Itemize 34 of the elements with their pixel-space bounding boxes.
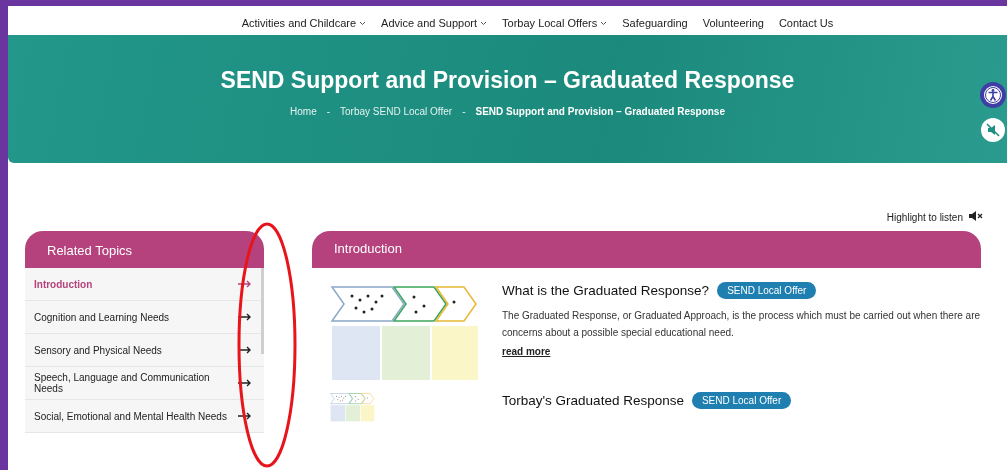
arrow-icon: [238, 313, 252, 321]
article-description: The Graduated Response, or Graduated Approach, is the process which must be carried out when there are concerns about a possible special educational need.: [502, 309, 981, 340]
arrow-icon: [238, 412, 252, 420]
caret-icon: [359, 20, 367, 26]
arrow-icon: [238, 346, 252, 354]
nav-link[interactable]: Contact Us: [778, 17, 834, 29]
breadcrumb-separator: -: [462, 106, 466, 117]
muted-speaker-icon[interactable]: [969, 211, 983, 221]
sidebar-item[interactable]: Speech, Language and Communication Needs: [25, 367, 264, 400]
nav-link[interactable]: Volunteering: [702, 17, 764, 29]
article-title[interactable]: Torbay's Graduated Response: [502, 393, 684, 408]
nav-link[interactable]: Torbay Local Offers: [502, 17, 608, 29]
category-tag[interactable]: SEND Local Offer: [717, 282, 817, 299]
breadcrumb-link[interactable]: Torbay SEND Local Offer: [340, 106, 453, 117]
scrollbar[interactable]: [261, 268, 264, 354]
breadcrumb-current: SEND Support and Provision – Graduated Response: [475, 106, 725, 117]
nav-link[interactable]: Advice and Support: [381, 17, 488, 29]
highlight-to-listen-label: Highlight to listen: [886, 211, 963, 223]
sidebar-item[interactable]: Social, Emotional and Mental Health Needs: [25, 400, 264, 433]
nav-link[interactable]: Safeguarding: [622, 17, 688, 29]
read-more-link[interactable]: read more: [502, 346, 551, 357]
article-title[interactable]: What is the Graduated Response?: [502, 283, 710, 298]
breadcrumb-separator: -: [326, 106, 331, 117]
nav-link[interactable]: Activities and Childcare: [241, 17, 367, 29]
accessibility-icon[interactable]: [980, 82, 1006, 108]
sidebar-heading: Related Topics: [25, 231, 264, 268]
arrow-icon: [238, 280, 252, 288]
infographic-drawing: [330, 392, 375, 422]
page-title: SEND Support and Provision – Graduated Response: [220, 67, 795, 94]
section-heading: Introduction: [312, 231, 981, 268]
arrow-icon: [238, 379, 252, 387]
caret-icon: [600, 20, 608, 26]
category-tag[interactable]: SEND Local Offer: [691, 392, 792, 409]
caret-icon: [480, 20, 488, 26]
